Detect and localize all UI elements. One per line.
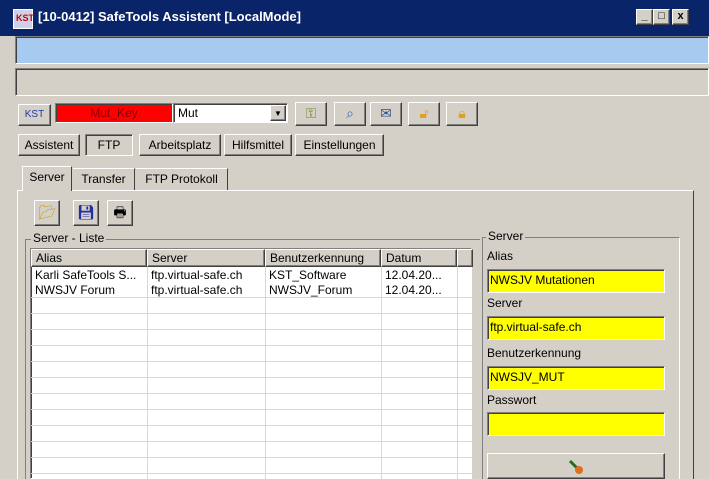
- info-bar: [15, 36, 709, 64]
- chevron-down-icon[interactable]: ▼: [270, 105, 286, 121]
- row-divider: [31, 393, 473, 394]
- server-field[interactable]: ftp.virtual-safe.ch: [487, 316, 665, 340]
- app-icon: KST: [13, 9, 34, 29]
- lock-open-icon[interactable]: 🔓︎: [408, 102, 440, 126]
- column-divider: [265, 267, 266, 479]
- table-cell: KST_Software: [269, 268, 347, 282]
- table-cell: ftp.virtual-safe.ch: [151, 283, 243, 297]
- row-divider: [31, 377, 473, 378]
- row-divider: [31, 361, 473, 362]
- server-label: Server: [487, 296, 523, 310]
- mut-select-value: Mut: [178, 106, 199, 120]
- connect-button[interactable]: [487, 453, 665, 479]
- column-header-datum[interactable]: Datum: [381, 249, 457, 267]
- open-folder-icon[interactable]: 📂︎: [34, 200, 60, 226]
- window-title: [10-0412] SafeTools Assistent [LocalMode…: [38, 9, 301, 24]
- nav-hilfsmittel-button[interactable]: Hilfsmittel: [224, 134, 292, 156]
- column-header-server[interactable]: Server: [147, 249, 265, 267]
- tab-ftp-protokoll[interactable]: FTP Protokoll: [136, 168, 228, 190]
- password-label: Passwort: [487, 393, 537, 407]
- lock-closed-icon[interactable]: 🔒︎: [446, 102, 478, 126]
- table-row[interactable]: Karli SafeTools S... ftp.virtual-safe.ch…: [31, 268, 473, 283]
- column-header-filler: [457, 249, 473, 267]
- row-divider: [31, 441, 473, 442]
- column-divider: [457, 267, 458, 479]
- user-label: Benutzerkennung: [487, 346, 582, 360]
- column-divider: [147, 267, 148, 479]
- mut-select[interactable]: Mut ▼: [173, 103, 288, 123]
- server-list-title: Server - Liste: [31, 231, 107, 245]
- row-divider: [31, 345, 473, 346]
- nav-arbeitsplatz-button[interactable]: Arbeitsplatz: [139, 134, 221, 156]
- close-button[interactable]: x: [672, 9, 689, 25]
- nav-ftp-button[interactable]: FTP: [85, 134, 133, 156]
- column-header-benutzerkennung[interactable]: Benutzerkennung: [265, 249, 381, 267]
- row-divider: [31, 329, 473, 330]
- row-divider: [31, 313, 473, 314]
- key-icon[interactable]: ⚿: [295, 102, 327, 126]
- row-divider: [31, 409, 473, 410]
- maximize-button[interactable]: □: [653, 9, 670, 25]
- table-cell: 12.04.20...: [385, 283, 442, 297]
- mut-key-label: Mut_Key: [55, 103, 173, 123]
- row-divider: [31, 297, 473, 298]
- alias-field[interactable]: NWSJV Mutationen: [487, 269, 665, 293]
- nav-einstellungen-button[interactable]: Einstellungen: [295, 134, 384, 156]
- save-icon[interactable]: 💾︎: [73, 200, 99, 226]
- tab-transfer[interactable]: Transfer: [73, 168, 135, 190]
- status-bar: [15, 68, 709, 96]
- table-cell: NWSJV_Forum: [269, 283, 353, 297]
- table-cell: ftp.virtual-safe.ch: [151, 268, 243, 282]
- server-detail-title: Server: [486, 229, 526, 243]
- row-divider: [31, 473, 473, 474]
- table-cell: NWSJV Forum: [35, 283, 116, 297]
- title-bar[interactable]: KST [10-0412] SafeTools Assistent [Local…: [0, 0, 709, 36]
- tab-server[interactable]: Server: [22, 166, 72, 191]
- envelope-icon[interactable]: ✉: [370, 102, 402, 126]
- user-field[interactable]: NWSJV_MUT: [487, 366, 665, 390]
- kst-button[interactable]: KST: [18, 104, 51, 126]
- table-cell: Karli SafeTools S...: [35, 268, 137, 282]
- column-header-alias[interactable]: Alias: [31, 249, 147, 267]
- nav-assistent-button[interactable]: Assistent: [18, 134, 80, 156]
- minimize-button[interactable]: _: [636, 9, 653, 25]
- row-divider: [31, 457, 473, 458]
- password-field[interactable]: [487, 412, 665, 436]
- table-row[interactable]: NWSJV Forum ftp.virtual-safe.ch NWSJV_Fo…: [31, 283, 473, 298]
- print-icon[interactable]: 🖶: [107, 200, 133, 226]
- server-list[interactable]: Alias Server Benutzerkennung Datum Karli…: [30, 248, 473, 479]
- table-cell: 12.04.20...: [385, 268, 442, 282]
- column-divider: [381, 267, 382, 479]
- row-divider: [31, 425, 473, 426]
- magnifier-icon[interactable]: ⌕: [334, 102, 366, 126]
- alias-label: Alias: [487, 249, 514, 263]
- plug-icon: [568, 459, 583, 474]
